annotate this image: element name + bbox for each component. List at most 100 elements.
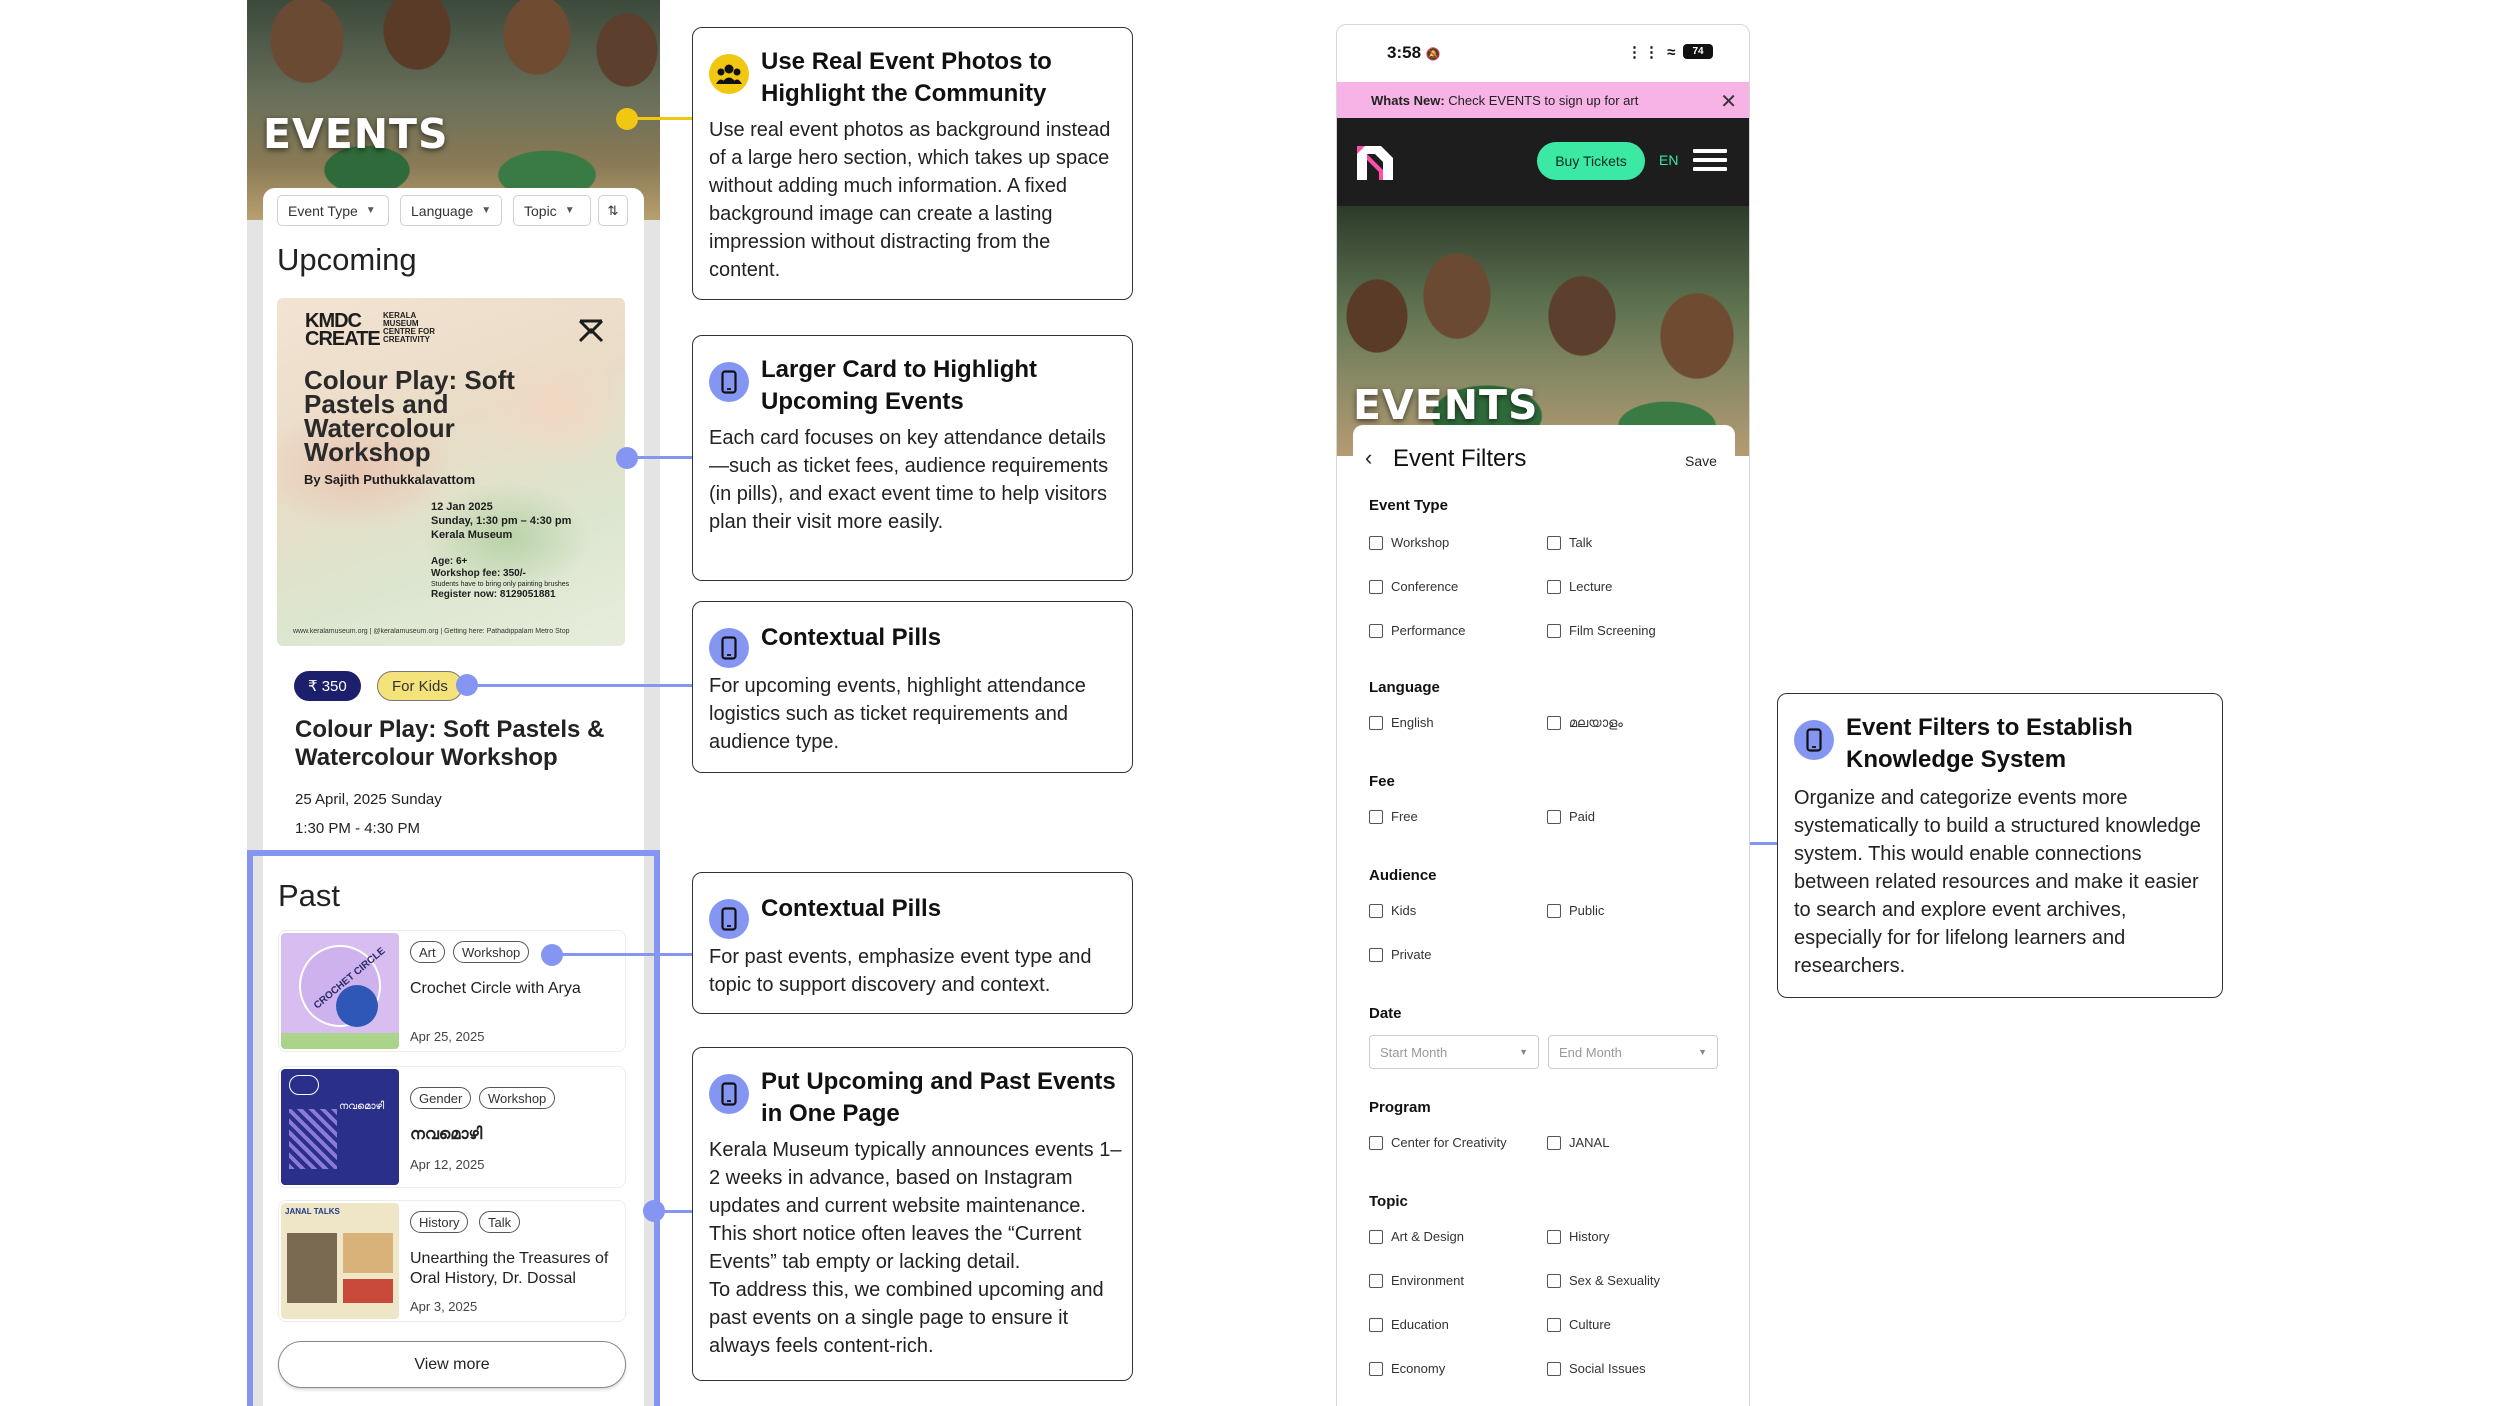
- phone-icon: [709, 628, 749, 668]
- checkbox[interactable]: [1547, 1317, 1561, 1332]
- filter-option-economy[interactable]: Economy: [1369, 1361, 1445, 1376]
- connector-dot: [541, 944, 563, 966]
- past-event-card[interactable]: CROCHET CIRCLE Art Workshop Crochet Circ…: [278, 930, 626, 1052]
- checkbox[interactable]: [1369, 1229, 1383, 1244]
- filter-option-private[interactable]: Private: [1369, 947, 1431, 962]
- filter-option-label: JANAL: [1569, 1135, 1610, 1150]
- past-event-card[interactable]: JANAL TALKS History Talk Unearthing the …: [278, 1200, 626, 1322]
- annotation-title: Event Filters to Establish Knowledge Sys…: [1846, 714, 2133, 773]
- signal-wifi-icons: ⋮⋮ ≈: [1627, 43, 1677, 61]
- topic-tag[interactable]: Gender: [410, 1087, 472, 1109]
- app-navbar: Buy Tickets EN: [1337, 118, 1749, 206]
- back-chevron-icon[interactable]: ‹: [1365, 445, 1372, 471]
- filter-option-label: Economy: [1391, 1361, 1446, 1376]
- filter-option-education[interactable]: Education: [1369, 1317, 1449, 1332]
- filter-group-heading: Date: [1369, 1005, 1402, 1022]
- checkbox[interactable]: [1547, 1229, 1561, 1244]
- annotation-body: Each card focuses on key attendance deta…: [709, 427, 1109, 533]
- filter-option-culture[interactable]: Culture: [1547, 1317, 1611, 1332]
- checkbox[interactable]: [1547, 809, 1561, 824]
- start-month-select[interactable]: Start Month ▼: [1369, 1035, 1539, 1069]
- checkbox[interactable]: [1369, 715, 1383, 730]
- checkbox[interactable]: [1369, 535, 1383, 550]
- save-button[interactable]: Save: [1685, 453, 1717, 469]
- filter-option-conference[interactable]: Conference: [1369, 579, 1458, 594]
- filter-option-performance[interactable]: Performance: [1369, 623, 1465, 638]
- checkbox[interactable]: [1547, 1135, 1561, 1150]
- topic-tag[interactable]: Art: [410, 941, 445, 963]
- filter-option-label: Kids: [1391, 903, 1417, 918]
- filter-option-workshop[interactable]: Workshop: [1369, 535, 1449, 550]
- filter-option-environment[interactable]: Environment: [1369, 1273, 1464, 1288]
- checkbox[interactable]: [1369, 623, 1383, 638]
- filter-option-center-for-creativity[interactable]: Center for Creativity: [1369, 1135, 1507, 1150]
- filter-option-english[interactable]: English: [1369, 715, 1434, 730]
- end-month-select[interactable]: End Month ▼: [1548, 1035, 1718, 1069]
- type-tag[interactable]: Workshop: [479, 1087, 556, 1109]
- close-icon[interactable]: ✕: [1720, 89, 1737, 114]
- poster-note: Students have to bring only painting bru…: [431, 581, 570, 588]
- checkbox[interactable]: [1369, 809, 1383, 824]
- right-phone-screen: 3:58 🔕 ⋮⋮ ≈ 74 Whats New: Check EVENTS t…: [1336, 24, 1750, 1406]
- filter-event-type[interactable]: Event Type ▼: [277, 195, 389, 226]
- filter-option-social-issues[interactable]: Social Issues: [1547, 1361, 1646, 1376]
- upcoming-event-title[interactable]: Colour Play: Soft Pastels & Watercolour …: [295, 716, 625, 772]
- checkbox[interactable]: [1369, 947, 1383, 962]
- whats-new-banner[interactable]: Whats New: Check EVENTS to sign up for a…: [1337, 82, 1749, 118]
- filter-option-history[interactable]: History: [1547, 1229, 1609, 1244]
- filter-topic[interactable]: Topic ▼: [513, 195, 591, 226]
- kerala-museum-logo[interactable]: [1353, 140, 1397, 184]
- filter-option-label: Environment: [1391, 1273, 1464, 1288]
- buy-tickets-button[interactable]: Buy Tickets: [1537, 142, 1645, 180]
- past-event-card[interactable]: നവമൊഴി Gender Workshop നവമൊഴി Apr 12, 20…: [278, 1066, 626, 1188]
- language-switch[interactable]: EN: [1659, 152, 1678, 168]
- wifi-icon: ≈: [1667, 44, 1678, 61]
- filter-option-sex-sexuality[interactable]: Sex & Sexuality: [1547, 1273, 1660, 1288]
- checkbox[interactable]: [1547, 903, 1561, 918]
- filter-option-public[interactable]: Public: [1547, 903, 1604, 918]
- checkbox[interactable]: [1547, 535, 1561, 550]
- filter-option-janal[interactable]: JANAL: [1547, 1135, 1609, 1150]
- filter-option-art-design[interactable]: Art & Design: [1369, 1229, 1464, 1244]
- filter-option-malayalam[interactable]: മലയാളം: [1547, 715, 1623, 731]
- filter-option-label: Free: [1391, 809, 1418, 824]
- filter-language[interactable]: Language ▼: [400, 195, 502, 226]
- sort-button[interactable]: ⇅: [598, 195, 628, 226]
- checkbox[interactable]: [1547, 1273, 1561, 1288]
- event-poster-image[interactable]: KMDC CREATE KERALA MUSEUM CENTRE FOR CRE…: [277, 298, 625, 646]
- view-more-button[interactable]: View more: [278, 1341, 626, 1388]
- poster-register: Register now: 8129051881: [431, 589, 556, 600]
- signal-icon: ⋮⋮: [1627, 44, 1661, 61]
- type-tag[interactable]: Talk: [479, 1211, 521, 1233]
- filter-option-paid[interactable]: Paid: [1547, 809, 1595, 824]
- hamburger-menu-icon[interactable]: [1693, 149, 1727, 171]
- filter-option-free[interactable]: Free: [1369, 809, 1418, 824]
- checkbox[interactable]: [1369, 1273, 1383, 1288]
- filter-group-heading: Language: [1369, 679, 1440, 696]
- filter-option-kids[interactable]: Kids: [1369, 903, 1416, 918]
- filter-option-label: Sex & Sexuality: [1569, 1273, 1661, 1288]
- filter-option-label: Education: [1391, 1317, 1449, 1332]
- filter-option-talk[interactable]: Talk: [1547, 535, 1592, 550]
- checkbox[interactable]: [1547, 716, 1561, 730]
- checkbox[interactable]: [1369, 1317, 1383, 1332]
- annotation-body: Use real event photos as background inst…: [709, 119, 1111, 281]
- filter-option-label: Workshop: [1391, 535, 1450, 550]
- filter-option-label: Center for Creativity: [1391, 1135, 1507, 1150]
- annotation-card: Contextual Pills For past events, emphas…: [692, 872, 1133, 1014]
- price-pill: ₹ 350: [294, 671, 361, 701]
- filter-option-lecture[interactable]: Lecture: [1547, 579, 1612, 594]
- checkbox[interactable]: [1547, 1361, 1561, 1376]
- filter-option-film-screening[interactable]: Film Screening: [1547, 623, 1656, 638]
- topic-tag[interactable]: History: [410, 1211, 469, 1233]
- checkbox[interactable]: [1369, 1135, 1383, 1150]
- annotation-title: Contextual Pills: [761, 624, 942, 651]
- type-tag[interactable]: Workshop: [453, 941, 530, 963]
- checkbox[interactable]: [1369, 1361, 1383, 1376]
- checkbox[interactable]: [1547, 579, 1561, 594]
- checkbox[interactable]: [1369, 903, 1383, 918]
- poster-age: Age: 6+: [431, 556, 468, 567]
- filter-option-label: Film Screening: [1569, 623, 1656, 638]
- checkbox[interactable]: [1369, 579, 1383, 594]
- checkbox[interactable]: [1547, 623, 1561, 638]
